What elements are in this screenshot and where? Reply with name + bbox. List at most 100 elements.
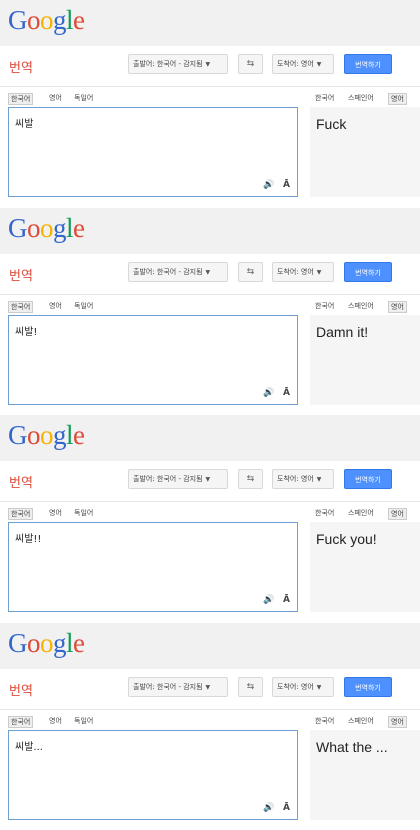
keyboard-icon[interactable]: Ā [283, 595, 290, 605]
google-logo[interactable]: Google [8, 627, 85, 659]
source-tab-korean[interactable]: 한국어 [8, 716, 34, 728]
source-tab-english[interactable]: 영어 [47, 508, 64, 518]
translation-output: Fuck you! [310, 522, 420, 612]
language-tabs-row: 한국어 영어 독일어 한국어 스페인어 영어 [0, 711, 420, 729]
keyboard-icon[interactable]: Ā [283, 803, 290, 813]
chevron-down-icon: ▼ [316, 476, 322, 483]
translate-toolbar: 번역 출발어: 한국어 - 감지됨 ▼ ⇆ 도착어: 영어 ▼ 번역하기 [0, 461, 420, 502]
speaker-icon[interactable]: 🔊 [263, 595, 274, 605]
translate-toolbar: 번역 출발어: 한국어 - 감지됨 ▼ ⇆ 도착어: 영어 ▼ 번역하기 [0, 254, 420, 295]
translation-text: Damn it! [316, 324, 369, 340]
source-language-dropdown[interactable]: 출발어: 한국어 - 감지됨 ▼ [128, 54, 228, 74]
target-tab-spanish[interactable]: 스페인어 [346, 508, 376, 518]
translate-button[interactable]: 번역하기 [344, 469, 392, 489]
target-tab-english[interactable]: 영어 [388, 716, 407, 728]
target-tab-korean[interactable]: 한국어 [313, 716, 336, 726]
swap-languages-button[interactable]: ⇆ [238, 262, 263, 282]
source-tab-english[interactable]: 영어 [47, 301, 64, 311]
swap-languages-button[interactable]: ⇆ [238, 677, 263, 697]
translate-button[interactable]: 번역하기 [344, 262, 392, 282]
target-language-dropdown[interactable]: 도착어: 영어 ▼ [272, 262, 334, 282]
page-title: 번역 [9, 476, 33, 491]
speaker-icon[interactable]: 🔊 [263, 388, 274, 398]
chevron-down-icon: ▼ [205, 684, 211, 691]
chevron-down-icon: ▼ [316, 269, 322, 276]
translation-output: What the ... [310, 730, 420, 820]
swap-icon: ⇆ [246, 474, 255, 484]
translation-output: Damn it! [310, 315, 420, 405]
source-text-input[interactable]: 씨발! 🔊 Ā [8, 315, 298, 405]
language-tabs-row: 한국어 영어 독일어 한국어 스페인어 영어 [0, 503, 420, 521]
translation-text: What the ... [316, 739, 388, 755]
source-tab-korean[interactable]: 한국어 [8, 508, 34, 520]
source-text-input[interactable]: 씨발... 🔊 Ā [8, 730, 298, 820]
swap-icon: ⇆ [246, 59, 255, 69]
language-tabs-row: 한국어 영어 독일어 한국어 스페인어 영어 [0, 296, 420, 314]
keyboard-icon[interactable]: Ā [283, 388, 290, 398]
source-text-input[interactable]: 씨발 🔊 Ā [8, 107, 298, 197]
page-title: 번역 [9, 684, 33, 699]
target-tab-english[interactable]: 영어 [388, 93, 407, 105]
swap-icon: ⇆ [246, 682, 255, 692]
chevron-down-icon: ▼ [205, 476, 211, 483]
target-tab-english[interactable]: 영어 [388, 301, 407, 313]
source-tab-german[interactable]: 독일어 [72, 301, 95, 311]
target-tab-korean[interactable]: 한국어 [313, 301, 336, 311]
translate-toolbar: 번역 출발어: 한국어 - 감지됨 ▼ ⇆ 도착어: 영어 ▼ 번역하기 [0, 669, 420, 710]
header-bar: Google [0, 415, 420, 461]
source-text: 씨발 [15, 119, 34, 130]
target-language-dropdown[interactable]: 도착어: 영어 ▼ [272, 677, 334, 697]
google-logo[interactable]: Google [8, 419, 85, 451]
header-bar: Google [0, 0, 420, 46]
chevron-down-icon: ▼ [316, 61, 322, 68]
translation-text: Fuck [316, 116, 347, 132]
translate-button[interactable]: 번역하기 [344, 54, 392, 74]
source-tab-german[interactable]: 독일어 [72, 508, 95, 518]
keyboard-icon[interactable]: Ā [283, 180, 290, 190]
source-tab-german[interactable]: 독일어 [72, 93, 95, 103]
source-tab-korean[interactable]: 한국어 [8, 93, 34, 105]
translate-panel-4: Google 번역 출발어: 한국어 - 감지됨 ▼ ⇆ 도착어: 영어 ▼ 번역하… [0, 623, 420, 830]
translation-output: Fuck [310, 107, 420, 197]
target-tab-korean[interactable]: 한국어 [313, 508, 336, 518]
source-tab-english[interactable]: 영어 [47, 716, 64, 726]
speaker-icon[interactable]: 🔊 [263, 180, 274, 190]
source-tab-korean[interactable]: 한국어 [8, 301, 34, 313]
google-logo[interactable]: Google [8, 212, 85, 244]
language-tabs-row: 한국어 영어 독일어 한국어 스페인어 영어 [0, 88, 420, 106]
source-tab-german[interactable]: 독일어 [72, 716, 95, 726]
source-text: 씨발!! [15, 534, 42, 545]
swap-languages-button[interactable]: ⇆ [238, 54, 263, 74]
chevron-down-icon: ▼ [316, 684, 322, 691]
source-text-input[interactable]: 씨발!! 🔊 Ā [8, 522, 298, 612]
target-tab-spanish[interactable]: 스페인어 [346, 93, 376, 103]
target-tab-spanish[interactable]: 스페인어 [346, 716, 376, 726]
source-text: 씨발! [15, 327, 38, 338]
swap-languages-button[interactable]: ⇆ [238, 469, 263, 489]
header-bar: Google [0, 623, 420, 669]
translate-panel-1: Google 번역 출발어: 한국어 - 감지됨 ▼ ⇆ 도착어: 영어 ▼ 번역하… [0, 0, 420, 207]
google-logo[interactable]: Google [8, 4, 85, 36]
page-title: 번역 [9, 61, 33, 76]
translate-panel-2: Google 번역 출발어: 한국어 - 감지됨 ▼ ⇆ 도착어: 영어 ▼ 번역하… [0, 208, 420, 415]
translate-toolbar: 번역 출발어: 한국어 - 감지됨 ▼ ⇆ 도착어: 영어 ▼ 번역하기 [0, 46, 420, 87]
source-language-dropdown[interactable]: 출발어: 한국어 - 감지됨 ▼ [128, 469, 228, 489]
chevron-down-icon: ▼ [205, 61, 211, 68]
target-tab-spanish[interactable]: 스페인어 [346, 301, 376, 311]
target-language-dropdown[interactable]: 도착어: 영어 ▼ [272, 469, 334, 489]
swap-icon: ⇆ [246, 267, 255, 277]
chevron-down-icon: ▼ [205, 269, 211, 276]
target-tab-english[interactable]: 영어 [388, 508, 407, 520]
header-bar: Google [0, 208, 420, 254]
translate-panel-3: Google 번역 출발어: 한국어 - 감지됨 ▼ ⇆ 도착어: 영어 ▼ 번역하… [0, 415, 420, 622]
source-tab-english[interactable]: 영어 [47, 93, 64, 103]
translation-text: Fuck you! [316, 531, 377, 547]
target-tab-korean[interactable]: 한국어 [313, 93, 336, 103]
speaker-icon[interactable]: 🔊 [263, 803, 274, 813]
target-language-dropdown[interactable]: 도착어: 영어 ▼ [272, 54, 334, 74]
translate-button[interactable]: 번역하기 [344, 677, 392, 697]
page-title: 번역 [9, 269, 33, 284]
source-language-dropdown[interactable]: 출발어: 한국어 - 감지됨 ▼ [128, 677, 228, 697]
source-language-dropdown[interactable]: 출발어: 한국어 - 감지됨 ▼ [128, 262, 228, 282]
source-text: 씨발... [15, 742, 43, 753]
